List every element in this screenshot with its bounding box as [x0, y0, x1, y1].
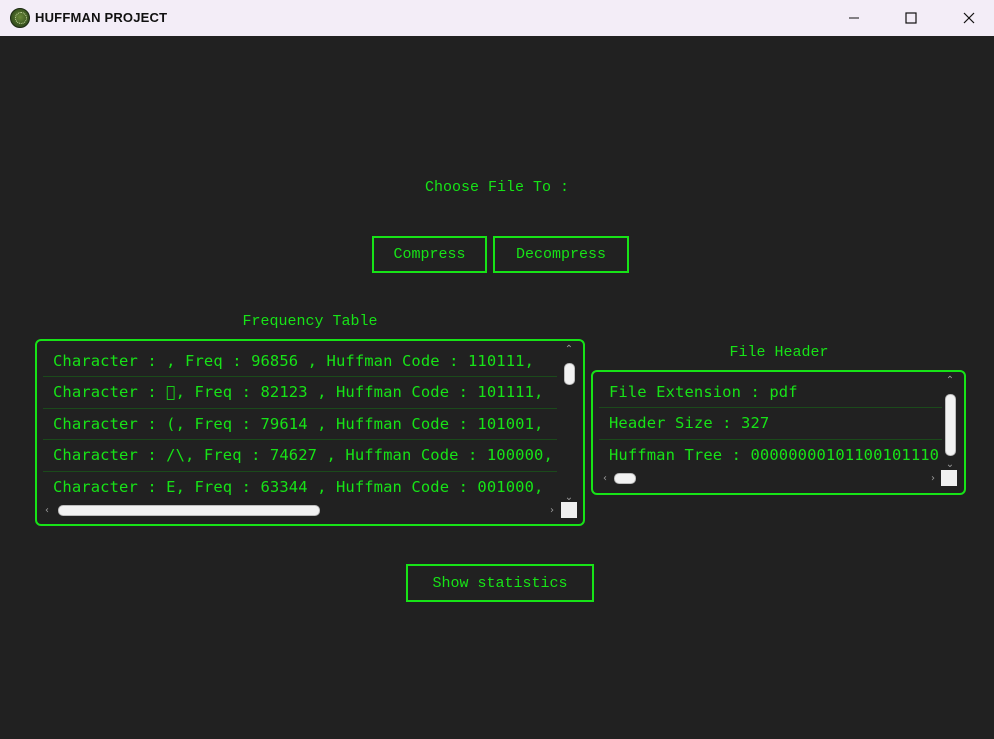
list-item[interactable]: Header Size : 327: [599, 408, 942, 440]
window-title: HUFFMAN PROJECT: [35, 10, 168, 25]
scroll-down-icon[interactable]: ⌄: [944, 460, 956, 470]
close-icon: [963, 12, 975, 24]
horizontal-scroll-thumb[interactable]: [58, 505, 320, 516]
header-horizontal-scrollbar[interactable]: ‹ ›: [599, 472, 941, 486]
list-item[interactable]: File Extension : pdf: [599, 377, 942, 409]
app-logo-icon: [10, 8, 30, 28]
list-item[interactable]: Character : /\, Freq : 74627 , Huffman C…: [43, 440, 557, 472]
list-item[interactable]: Character : E, Freq : 63344 , Huffman Co…: [43, 472, 557, 500]
frequency-vertical-scrollbar[interactable]: ⌃ ⌄: [562, 345, 576, 505]
choose-file-label: Choose File To :: [424, 179, 570, 196]
file-header-rows: File Extension : pdf Header Size : 327 H…: [599, 377, 942, 471]
compress-button[interactable]: Compress: [372, 236, 487, 273]
frequency-table-list[interactable]: Character : , Freq : 96856 , Huffman Cod…: [35, 339, 585, 526]
horizontal-scroll-thumb[interactable]: [614, 473, 636, 484]
scroll-right-icon[interactable]: ›: [546, 506, 558, 516]
list-item[interactable]: Character : , Freq : 96856 , Huffman Cod…: [43, 346, 557, 378]
list-item[interactable]: Character : (, Freq : 79614 , Huffman Co…: [43, 409, 557, 441]
scrollbar-corner: [941, 470, 957, 486]
maximize-button[interactable]: [882, 0, 940, 36]
scroll-up-icon[interactable]: ⌃: [944, 376, 956, 386]
frequency-horizontal-scrollbar[interactable]: ‹ ›: [41, 504, 561, 518]
close-button[interactable]: [940, 0, 994, 36]
scroll-left-icon[interactable]: ‹: [599, 474, 611, 484]
title-bar: HUFFMAN PROJECT: [0, 0, 994, 36]
scroll-up-icon[interactable]: ⌃: [563, 345, 575, 355]
file-header-label: File Header: [729, 344, 829, 361]
maximize-icon: [905, 12, 917, 24]
list-item[interactable]: Character :  , Freq : 82123 , Huffman Co…: [43, 377, 557, 409]
minimize-button[interactable]: [825, 0, 883, 36]
file-header-list[interactable]: File Extension : pdf Header Size : 327 H…: [591, 370, 966, 495]
header-vertical-scrollbar[interactable]: ⌃ ⌄: [943, 376, 957, 472]
scroll-right-icon[interactable]: ›: [927, 474, 939, 484]
minimize-icon: [849, 17, 859, 19]
list-item[interactable]: Huffman Tree : 00000000101100101110: [599, 440, 942, 471]
vertical-scroll-thumb[interactable]: [945, 394, 956, 456]
frequency-table-label: Frequency Table: [242, 313, 378, 330]
decompress-button[interactable]: Decompress: [493, 236, 629, 273]
show-statistics-button[interactable]: Show statistics: [406, 564, 594, 602]
scroll-left-icon[interactable]: ‹: [41, 506, 53, 516]
frequency-table-rows: Character : , Freq : 96856 , Huffman Cod…: [43, 346, 557, 500]
scrollbar-corner: [561, 502, 577, 518]
vertical-scroll-thumb[interactable]: [564, 363, 575, 385]
